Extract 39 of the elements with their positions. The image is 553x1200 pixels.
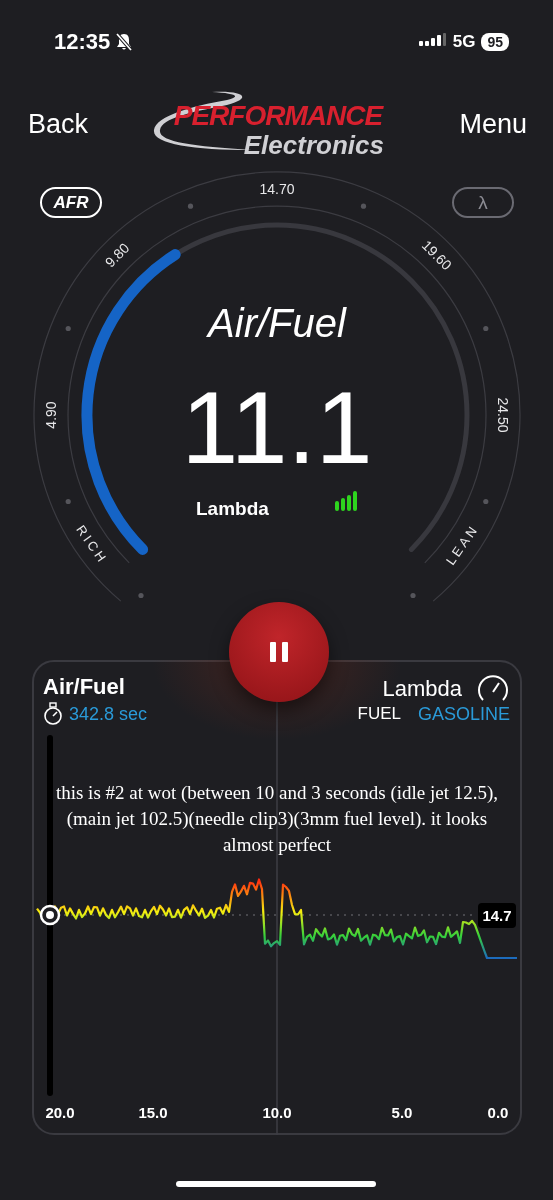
scale-label: 24.50 xyxy=(495,397,511,433)
battery-indicator: 95 xyxy=(481,33,509,51)
fuel-label: FUEL xyxy=(357,704,401,725)
unit-toggle[interactable]: AFR xyxy=(40,187,102,218)
x-axis-label: 5.0 xyxy=(391,1104,413,1121)
gauge-subtitle: Lambda xyxy=(196,498,269,519)
pause-icon xyxy=(268,641,290,663)
sensor-signal-icon xyxy=(335,491,357,511)
scale-dot xyxy=(360,203,367,209)
scale-label: 4.90 xyxy=(43,401,59,429)
log-mode: Lambda xyxy=(382,676,462,702)
scale-dot xyxy=(410,592,416,599)
scale-dot xyxy=(138,592,144,599)
logo-wordmark: PERFORMANCE xyxy=(173,100,383,132)
back-button[interactable]: Back xyxy=(28,108,89,140)
time-cursor-handle[interactable] xyxy=(39,904,61,926)
gauge-title: Air/Fuel xyxy=(208,301,346,345)
elapsed-time: 342.8 sec xyxy=(69,703,148,725)
scale-dot xyxy=(187,203,194,209)
gauge-value: 11.1 xyxy=(181,371,373,485)
network-type: 5G xyxy=(452,32,476,52)
stopwatch-icon xyxy=(43,702,63,726)
reference-tag: 14.7 xyxy=(478,903,516,928)
logo-subtitle: Electronics xyxy=(243,130,384,161)
scale-dot xyxy=(483,498,489,505)
scale-dot xyxy=(483,325,489,332)
scale-dot xyxy=(65,498,71,505)
unit-toggle[interactable]: λ xyxy=(452,187,514,218)
scale-dot xyxy=(65,325,71,332)
x-axis-label: 10.0 xyxy=(262,1104,292,1121)
annotation-text: this is #2 at wot (between 10 and 3 seconds (idle jet 12.5),(main jet 102.5)(needle clip3)(3mm fuel level). it looks almost perfect xyxy=(54,781,500,857)
status-time: 12:35 xyxy=(54,29,111,55)
log-title: Air/Fuel xyxy=(43,674,126,700)
x-axis-label: 20.0 xyxy=(45,1104,75,1121)
menu-button[interactable]: Menu xyxy=(459,108,527,140)
fuel-type: GASOLINE xyxy=(417,704,510,725)
x-axis-label: 0.0 xyxy=(487,1104,509,1121)
x-axis-label: 15.0 xyxy=(138,1104,168,1121)
scale-label: 14.70 xyxy=(259,181,295,197)
